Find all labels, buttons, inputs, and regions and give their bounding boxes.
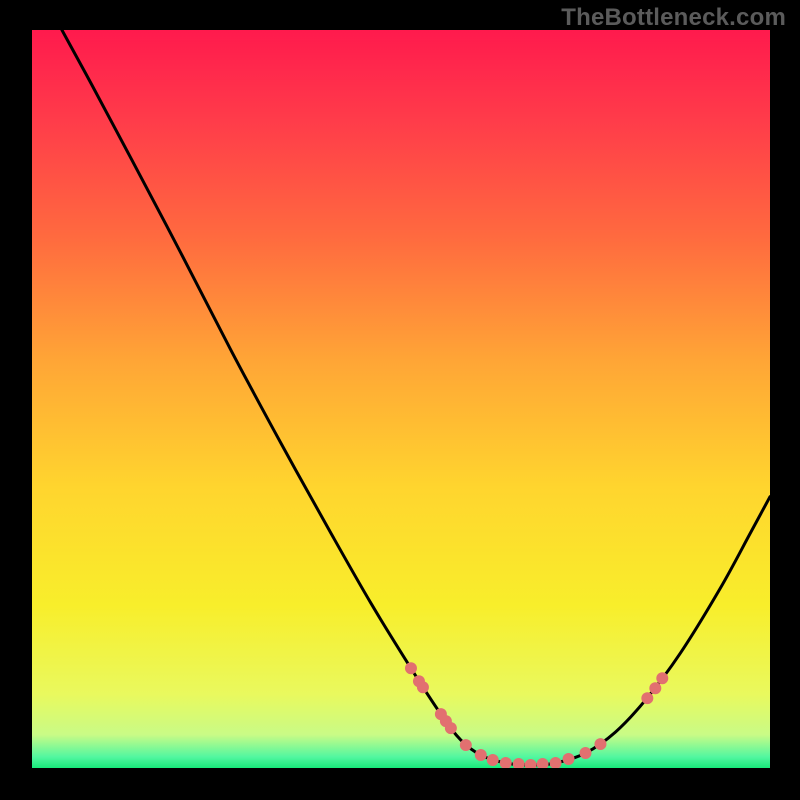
data-dot — [417, 681, 429, 693]
data-dot — [475, 749, 487, 761]
data-dot — [405, 662, 417, 674]
data-dot — [487, 754, 499, 766]
plot-area — [30, 30, 770, 770]
curve-layer — [32, 30, 770, 768]
watermark-text: TheBottleneck.com — [561, 4, 786, 32]
data-dot — [445, 722, 457, 734]
bottleneck-curve — [62, 30, 770, 765]
data-dot — [500, 757, 512, 768]
data-dot — [580, 747, 592, 759]
data-dot — [641, 692, 653, 704]
data-dot — [594, 738, 606, 750]
data-dot — [460, 739, 472, 751]
data-dot — [563, 753, 575, 765]
data-dot — [537, 758, 549, 768]
data-dot — [656, 672, 668, 684]
data-dots — [405, 662, 668, 768]
data-dot — [649, 682, 661, 694]
data-dot — [513, 758, 525, 768]
data-dot — [525, 759, 537, 768]
chart-container: TheBottleneck.com — [0, 0, 800, 800]
data-dot — [550, 757, 562, 768]
